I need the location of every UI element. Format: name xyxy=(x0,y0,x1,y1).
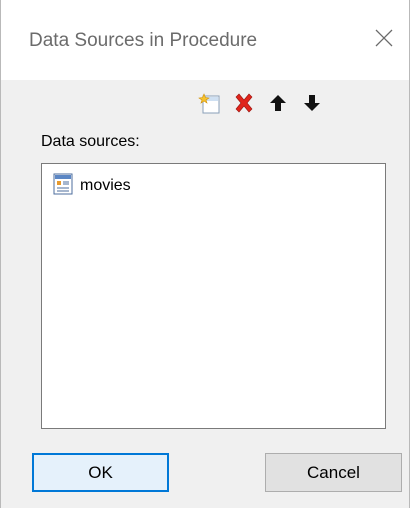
delete-button[interactable] xyxy=(227,90,261,120)
title-bar: Data Sources in Procedure xyxy=(1,0,409,80)
new-datasource-button[interactable] xyxy=(193,90,227,120)
data-sources-list[interactable]: movies xyxy=(41,163,386,429)
data-sources-label: Data sources: xyxy=(41,133,140,150)
cancel-button[interactable]: Cancel xyxy=(265,453,402,492)
toolbar xyxy=(193,90,329,120)
data-sources-dialog: Data Sources in Procedure Data sources: … xyxy=(0,0,410,508)
ok-button[interactable]: OK xyxy=(32,453,169,492)
list-item-label: movies xyxy=(80,177,131,194)
move-up-icon xyxy=(267,92,289,119)
new-datasource-icon xyxy=(198,91,222,120)
close-icon xyxy=(374,28,394,53)
delete-icon xyxy=(232,91,256,120)
close-button[interactable] xyxy=(361,17,407,63)
datasource-icon xyxy=(52,173,74,200)
dialog-title: Data Sources in Procedure xyxy=(29,30,258,51)
move-up-button[interactable] xyxy=(261,90,295,120)
list-item[interactable]: movies xyxy=(52,173,131,200)
move-down-button[interactable] xyxy=(295,90,329,120)
move-down-icon xyxy=(301,92,323,119)
